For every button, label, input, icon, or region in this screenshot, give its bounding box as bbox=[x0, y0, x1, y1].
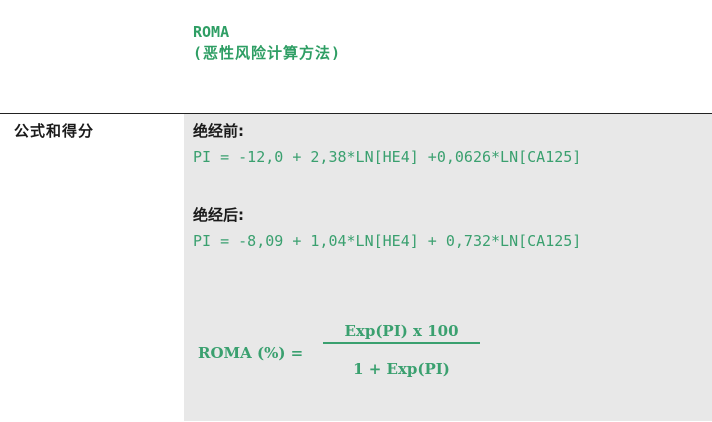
row-label: 公式和得分 bbox=[14, 122, 95, 140]
roma-equation-lhs: ROMA (%) = bbox=[198, 344, 304, 362]
roma-equation-denominator: 1 + Exp(PI) bbox=[353, 360, 450, 378]
roma-equation-numerator: Exp(PI) x 100 bbox=[344, 322, 459, 340]
postmenopausal-formula: PI = -8,09 + 1,04*LN[HE4] + 0,732*LN[CA1… bbox=[193, 232, 582, 250]
title-subtitle: (恶性风险计算方法) bbox=[193, 44, 342, 62]
title-roma: ROMA bbox=[193, 23, 230, 41]
postmenopausal-heading: 绝经后: bbox=[193, 206, 244, 224]
premenopausal-formula: PI = -12,0 + 2,38*LN[HE4] +0,0626*LN[CA1… bbox=[193, 148, 582, 166]
fraction-bar bbox=[323, 342, 480, 344]
formula-cell: 绝经前: PI = -12,0 + 2,38*LN[HE4] +0,0626*L… bbox=[184, 114, 712, 421]
title-block: ROMA (恶性风险计算方法) bbox=[193, 22, 341, 64]
premenopausal-heading: 绝经前: bbox=[193, 122, 244, 140]
